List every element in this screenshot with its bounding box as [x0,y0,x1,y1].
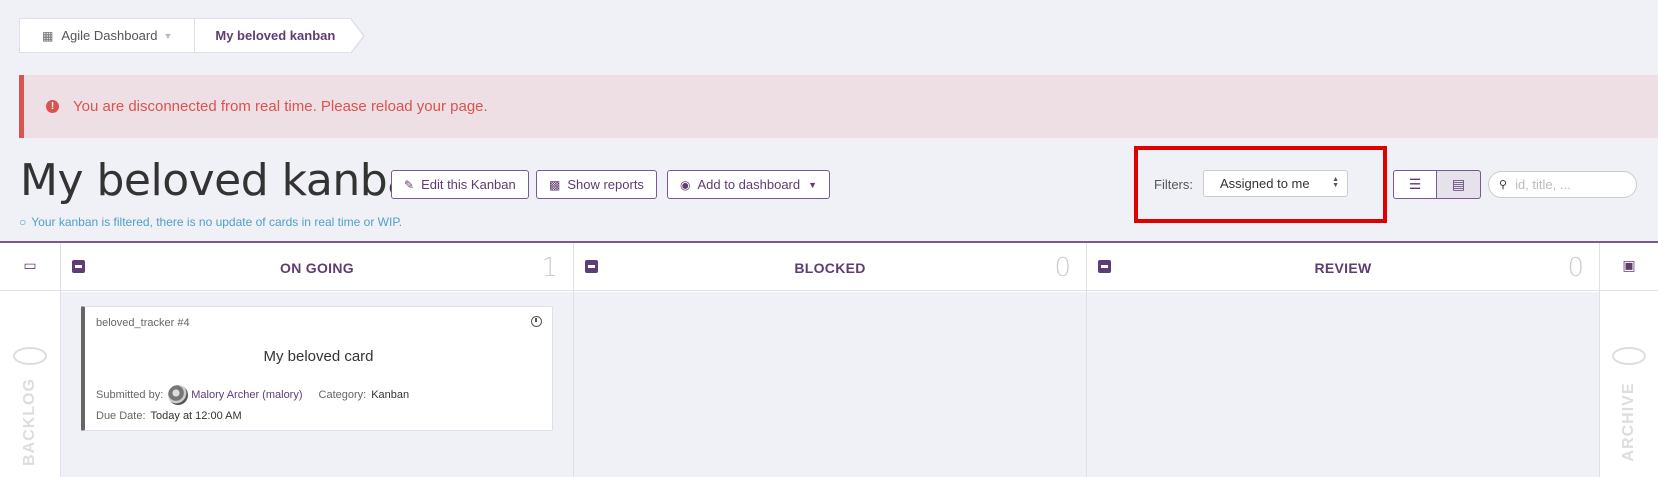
column-title: BLOCKED [794,260,866,276]
column-header: REVIEW 0 [1087,243,1599,291]
card-due-row: Due Date: Today at 12:00 AM [96,410,242,422]
backlog-header: ▭ [0,243,60,291]
add-to-dashboard-button[interactable]: ◉ Add to dashboard ▼ [667,170,831,199]
filtered-notice-text: Your kanban is filtered, there is no upd… [31,215,403,229]
submitter-link[interactable]: Malory Archer (malory) [191,389,302,401]
list-view-button[interactable]: ☰ [1393,170,1437,199]
backlog-column[interactable]: ▭ BACKLOG [0,243,61,477]
exclamation-icon: ! [46,100,59,113]
column-title: ON GOING [280,260,354,276]
add-to-dashboard-label: Add to dashboard [697,177,801,192]
table-icon: ▦ [42,28,54,43]
select-arrows-icon: ▲ ▼ [1332,176,1339,189]
inbox-icon: ▭ [23,257,37,273]
breadcrumb-current[interactable]: My beloved kanban [195,18,366,54]
backlog-label: BACKLOG [21,378,38,466]
clock-icon[interactable] [531,316,542,327]
lifebuoy-icon: ○ [19,215,27,229]
category-label: Category: [318,389,367,401]
column-body [1087,292,1599,477]
backlog-count [13,347,47,365]
archive-icon: ▣ [1622,257,1636,273]
view-toggle: ☰ ▤ [1393,170,1481,199]
filter-select[interactable]: Assigned to me ▲ ▼ [1203,170,1348,197]
archive-count [1612,347,1646,365]
submitted-by-label: Submitted by: [96,389,164,401]
column-title: REVIEW [1314,260,1372,276]
due-date-value: Today at 12:00 AM [150,410,242,422]
archive-column[interactable]: ▣ ARCHIVE [1600,243,1658,477]
search-input[interactable]: ⚲ id, title, ... [1488,171,1637,198]
disconnected-alert: ! You are disconnected from real time. P… [19,75,1658,138]
bar-chart-icon: ▩ [549,177,561,192]
avatar [168,385,189,405]
list-icon: ☰ [1408,176,1422,192]
breadcrumb-arrow [350,18,366,54]
search-placeholder: id, title, ... [1515,177,1571,192]
column-header: BLOCKED 0 [574,243,1086,291]
card-id[interactable]: beloved_tracker #4 [96,317,190,329]
column-blocked: BLOCKED 0 [574,243,1087,477]
caret-down-icon: ▼ [808,179,818,190]
due-date-label: Due Date: [96,410,146,422]
search-icon: ⚲ [1499,179,1508,191]
filter-selected-value: Assigned to me [1220,176,1310,191]
column-count: 0 [1054,253,1071,283]
show-reports-button[interactable]: ▩ Show reports [536,170,657,199]
kanban-board: ▭ BACKLOG ON GOING 1 BLOCKED 0 REVIEW 0 [0,241,1658,477]
show-reports-label: Show reports [567,177,644,192]
kanban-card[interactable]: beloved_tracker #4 My beloved card Submi… [81,306,553,431]
filtered-notice: ○ Your kanban is filtered, there is no u… [19,215,402,229]
archive-label: ARCHIVE [1620,382,1637,462]
column-header: ON GOING 1 [61,243,573,291]
column-body [574,292,1086,477]
page-title: My beloved kanban [20,155,442,206]
breadcrumb-dashboard[interactable]: ▦ Agile Dashboard ▼ [20,19,196,52]
archive-header: ▣ [1600,243,1658,291]
backlog-body: BACKLOG [0,292,60,477]
edit-kanban-label: Edit this Kanban [421,177,516,192]
pencil-icon: ✎ [404,177,415,192]
chevron-down-icon: ▼ [163,30,173,41]
column-review: REVIEW 0 [1087,243,1600,477]
breadcrumb: ▦ Agile Dashboard ▼ My beloved kanban [19,18,366,54]
dashboard-icon: ◉ [680,177,691,192]
detailed-list-icon: ▤ [1451,176,1466,192]
category-value: Kanban [371,389,410,401]
card-title: My beloved card [263,348,374,365]
detailed-view-button[interactable]: ▤ [1437,170,1481,199]
alert-message: You are disconnected from real time. Ple… [73,98,488,115]
column-count: 0 [1567,253,1584,283]
breadcrumb-dashboard-label: Agile Dashboard [61,28,158,43]
breadcrumb-current-label: My beloved kanban [215,28,336,43]
filter-label: Filters: [1154,177,1193,192]
edit-kanban-button[interactable]: ✎ Edit this Kanban [391,170,529,199]
column-count: 1 [541,253,558,283]
archive-body: ARCHIVE [1600,292,1658,477]
card-meta-row: Submitted by: Malory Archer (malory) Cat… [96,385,409,405]
